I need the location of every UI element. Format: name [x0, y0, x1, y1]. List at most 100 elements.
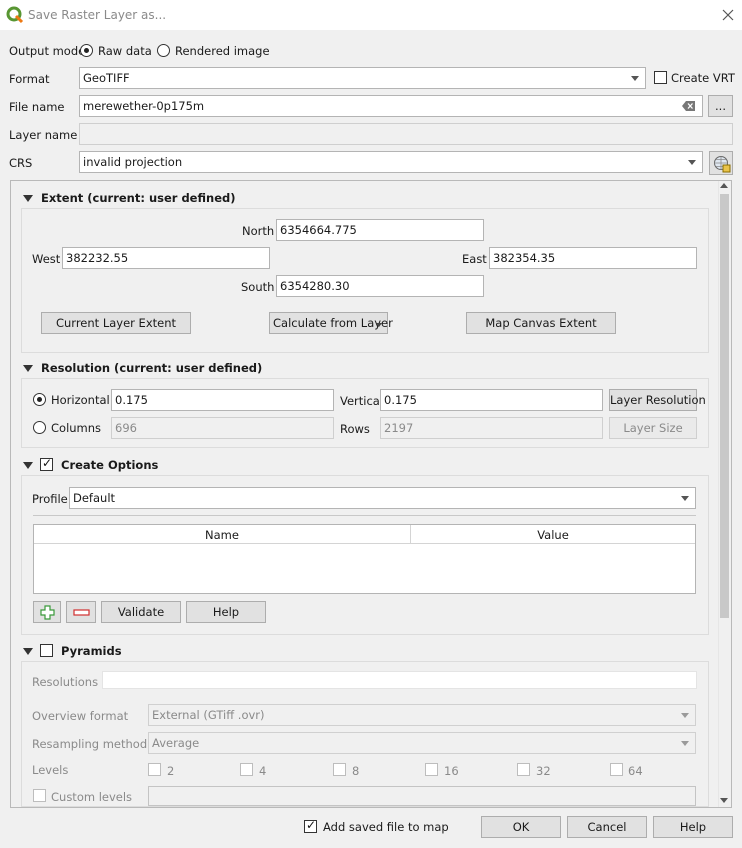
current-layer-extent-button[interactable]: Current Layer Extent	[41, 312, 191, 334]
crs-select-button[interactable]	[709, 151, 733, 175]
remove-option-button[interactable]	[66, 601, 96, 623]
vertical-label: Vertical	[340, 394, 384, 408]
south-label: South	[241, 280, 275, 294]
layer-name-input	[79, 123, 733, 145]
raw-data-radio[interactable]	[80, 44, 93, 57]
name-column-header[interactable]: Name	[34, 528, 410, 542]
pyramids-checkbox[interactable]	[40, 644, 53, 657]
level-checkbox	[240, 763, 253, 776]
rendered-image-radio[interactable]	[157, 44, 170, 57]
custom-levels-checkbox	[33, 789, 46, 802]
rows-input: 2197	[380, 417, 603, 439]
validate-button[interactable]: Validate	[101, 601, 181, 623]
east-input[interactable]: 382354.35	[489, 247, 697, 269]
divider	[33, 515, 696, 516]
create-options-title[interactable]: Create Options	[61, 458, 158, 472]
rendered-image-label[interactable]: Rendered image	[175, 44, 270, 58]
add-option-button[interactable]	[33, 601, 61, 623]
create-vrt-label[interactable]: Create VRT	[671, 71, 735, 85]
clear-text-icon[interactable]	[682, 100, 696, 112]
resampling-method-value: Average	[152, 736, 200, 750]
create-vrt-checkbox[interactable]	[654, 71, 667, 84]
map-canvas-extent-button[interactable]: Map Canvas Extent	[466, 312, 616, 334]
resolutions-field	[102, 671, 697, 689]
scroll-thumb[interactable]	[720, 194, 729, 618]
file-name-input[interactable]: merewether-0p175m	[79, 95, 703, 117]
north-input[interactable]: 6354664.775	[276, 219, 484, 241]
collapse-triangle-icon[interactable]	[23, 648, 33, 655]
horizontal-label[interactable]: Horizontal	[51, 393, 110, 407]
help-button[interactable]: Help	[653, 816, 733, 838]
collapse-triangle-icon[interactable]	[23, 365, 33, 372]
west-label: West	[32, 252, 61, 266]
format-value: GeoTIFF	[83, 71, 130, 85]
calculate-from-layer-label: Calculate from Layer	[273, 316, 393, 330]
create-options-checkbox[interactable]	[40, 456, 53, 471]
extent-title[interactable]: Extent (current: user defined)	[41, 191, 235, 205]
horizontal-radio[interactable]	[33, 393, 46, 406]
chevron-down-icon	[631, 76, 639, 81]
scroll-down-icon[interactable]	[720, 798, 728, 803]
create-options-help-button[interactable]: Help	[186, 601, 266, 623]
raw-data-label[interactable]: Raw data	[98, 44, 152, 58]
level-checkbox	[148, 763, 161, 776]
level-checkbox	[517, 763, 530, 776]
south-input[interactable]: 6354280.30	[276, 275, 484, 297]
columns-input: 696	[111, 417, 334, 439]
profile-value: Default	[73, 491, 116, 505]
layer-resolution-button[interactable]: Layer Resolution	[609, 389, 706, 411]
window-title: Save Raster Layer as...	[28, 8, 167, 22]
crs-label: CRS	[9, 156, 33, 170]
overview-format-value: External (GTiff .ovr)	[152, 708, 265, 722]
value-column-header[interactable]: Value	[411, 528, 695, 542]
output-mode-label: Output mode	[9, 44, 86, 58]
resampling-method-combo: Average	[148, 732, 696, 754]
chevron-down-icon	[681, 713, 689, 718]
level-checkbox	[610, 763, 623, 776]
profile-label: Profile	[32, 492, 68, 506]
levels-label: Levels	[32, 763, 69, 777]
profile-combo[interactable]: Default	[69, 487, 696, 509]
columns-label[interactable]: Columns	[51, 421, 101, 435]
horizontal-input[interactable]: 0.175	[111, 389, 334, 411]
globe-icon	[714, 156, 731, 173]
calculate-from-layer-button[interactable]: Calculate from Layer	[269, 312, 393, 334]
collapse-triangle-icon[interactable]	[23, 195, 33, 202]
columns-radio[interactable]	[33, 421, 46, 434]
level-label: 4	[259, 764, 267, 778]
overview-format-label: Overview format	[32, 709, 129, 723]
vertical-input[interactable]: 0.175	[380, 389, 603, 411]
rows-label: Rows	[340, 422, 370, 436]
level-label: 64	[628, 764, 643, 778]
level-label: 8	[352, 764, 360, 778]
level-label: 32	[536, 764, 551, 778]
resampling-method-label: Resampling method	[32, 737, 148, 751]
file-name-label: File name	[9, 100, 65, 114]
level-checkbox	[425, 763, 438, 776]
chevron-down-icon	[681, 741, 689, 746]
browse-button[interactable]: ...	[708, 95, 733, 117]
add-to-map-label[interactable]: Add saved file to map	[323, 820, 449, 834]
chevron-down-icon	[376, 323, 382, 327]
custom-levels-input	[148, 786, 696, 806]
north-label: North	[242, 224, 275, 238]
collapse-triangle-icon[interactable]	[23, 462, 33, 469]
resolutions-label: Resolutions	[32, 675, 99, 689]
crs-combo[interactable]: invalid projection	[79, 151, 703, 173]
plus-icon	[40, 605, 55, 620]
cancel-button[interactable]: Cancel	[567, 816, 647, 838]
level-checkbox	[333, 763, 346, 776]
format-combo[interactable]: GeoTIFF	[79, 67, 646, 89]
close-icon[interactable]	[718, 5, 738, 25]
resolution-title[interactable]: Resolution (current: user defined)	[41, 361, 262, 375]
scroll-up-icon[interactable]	[720, 183, 728, 188]
custom-levels-label: Custom levels	[51, 790, 133, 804]
east-label: East	[462, 252, 487, 266]
file-name-value: merewether-0p175m	[83, 99, 205, 113]
ok-button[interactable]: OK	[481, 816, 561, 838]
pyramids-title[interactable]: Pyramids	[61, 644, 122, 658]
add-to-map-checkbox[interactable]	[304, 818, 317, 833]
chevron-down-icon	[681, 496, 689, 501]
layer-name-label: Layer name	[9, 128, 78, 142]
west-input[interactable]: 382232.55	[62, 247, 270, 269]
